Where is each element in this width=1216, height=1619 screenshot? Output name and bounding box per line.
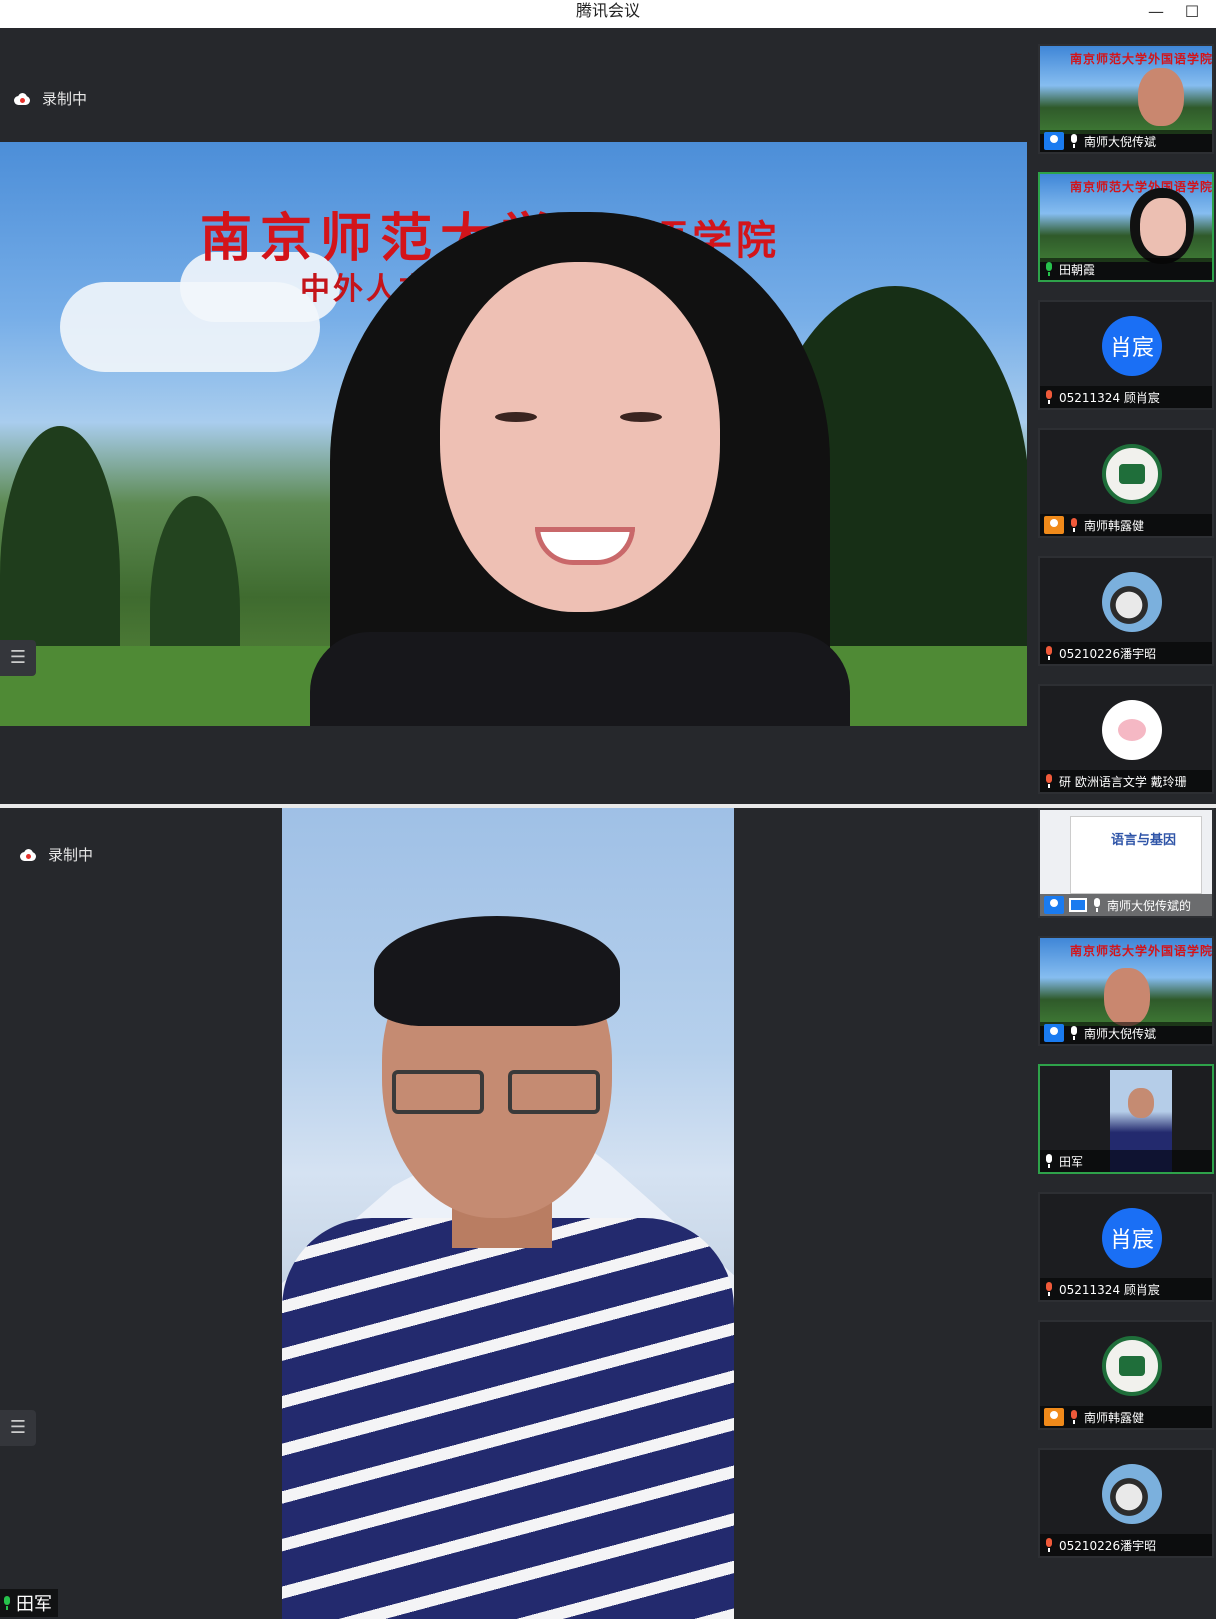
host-icon — [1044, 896, 1064, 914]
meeting-view-top: 录制中 南京师范大学 外国语学院 中外人文纪 ☰ 南京师范大学外国语学院 南师大… — [0, 28, 1216, 804]
speaker-name: 田军 — [16, 1594, 52, 1615]
mic-speaking-icon — [1044, 262, 1054, 276]
participant-tile[interactable]: 南师韩露健 — [1038, 428, 1214, 538]
participant-strip-top: 南京师范大学外国语学院 南师大倪传斌 南京师范大学外国语学院 田朝霞 肖宸 05… — [1026, 44, 1216, 804]
participant-name: 05211324 顾肖宸 — [1059, 390, 1160, 405]
recording-indicator: 录制中 — [18, 844, 93, 865]
window-title: 腾讯会议 — [575, 1, 640, 20]
mic-icon — [1092, 898, 1102, 912]
minimize-button[interactable]: — — [1144, 2, 1168, 22]
pig-avatar — [1102, 700, 1162, 760]
mic-icon — [1044, 1154, 1054, 1168]
participant-tile[interactable]: 南师韩露健 — [1038, 1320, 1214, 1430]
host-icon — [1044, 132, 1064, 150]
list-toggle-button[interactable]: ☰ — [0, 640, 36, 676]
title-bar: 腾讯会议 — ☐ — [0, 0, 1216, 26]
avatar: 肖宸 — [1102, 316, 1162, 376]
mic-icon — [1069, 134, 1079, 148]
participant-name: 南师大倪传斌 — [1084, 134, 1157, 149]
mic-muted-icon — [1044, 1282, 1054, 1296]
participant-tile[interactable]: 南京师范大学外国语学院 南师大倪传斌 — [1038, 44, 1214, 154]
participant-name: 05211324 顾肖宸 — [1059, 1282, 1160, 1297]
recording-indicator: 录制中 — [12, 88, 87, 109]
participant-strip-bottom: 语言与基因 南师大倪传斌的 南京师范大学外国语学院 南师大倪传斌 田军 肖宸 0… — [1026, 808, 1216, 1619]
meeting-view-bottom: 录制中 ☰ 田军 语言与基因 南师大倪传斌的 南京师范大学外国语学院 南师大倪传… — [0, 808, 1216, 1619]
cloud-record-icon — [12, 92, 32, 105]
university-logo-avatar — [1102, 1336, 1162, 1396]
speaker-name-tag: 田军 — [0, 1589, 58, 1617]
participant-tile[interactable]: 田军 — [1038, 1064, 1214, 1174]
participant-name: 南师大倪传斌 — [1084, 1026, 1157, 1041]
participant-name: 05210226潘宇昭 — [1059, 646, 1157, 661]
participant-tile[interactable]: 05210226潘宇昭 — [1038, 556, 1214, 666]
mic-muted-icon — [1069, 1410, 1079, 1424]
mic-speaking-icon — [2, 1596, 12, 1610]
host-icon — [1044, 1408, 1064, 1426]
list-toggle-button[interactable]: ☰ — [0, 1410, 36, 1446]
cloud-record-icon — [18, 848, 38, 861]
university-logo-avatar — [1102, 444, 1162, 504]
mic-muted-icon — [1044, 774, 1054, 788]
recording-label: 录制中 — [42, 90, 88, 108]
participant-name: 南师大倪传斌的 — [1107, 898, 1192, 913]
host-icon — [1044, 1024, 1064, 1042]
photo-avatar — [1102, 572, 1162, 632]
speaker-woman — [310, 212, 850, 726]
share-title: 语言与基因 — [1111, 833, 1177, 848]
main-video[interactable]: 南京师范大学 外国语学院 中外人文纪 — [0, 142, 1027, 726]
host-icon — [1044, 516, 1064, 534]
participant-tile[interactable]: 南京师范大学外国语学院 田朝霞 — [1038, 172, 1214, 282]
participant-tile[interactable]: 研 欧洲语言文学 戴玲珊 — [1038, 684, 1214, 794]
mic-icon — [1069, 1026, 1079, 1040]
participant-tile[interactable]: 南京师范大学外国语学院 南师大倪传斌 — [1038, 936, 1214, 1046]
participant-tile[interactable]: 肖宸 05211324 顾肖宸 — [1038, 1192, 1214, 1302]
participant-tile[interactable]: 05210226潘宇昭 — [1038, 1448, 1214, 1558]
participant-name: 研 欧洲语言文学 戴玲珊 — [1059, 774, 1187, 789]
photo-avatar — [1102, 1464, 1162, 1524]
participant-name: 田朝霞 — [1059, 262, 1096, 277]
avatar: 肖宸 — [1102, 1208, 1162, 1268]
recording-label: 录制中 — [48, 846, 94, 864]
main-video[interactable] — [282, 808, 734, 1619]
participant-tile[interactable]: 肖宸 05211324 顾肖宸 — [1038, 300, 1214, 410]
maximize-button[interactable]: ☐ — [1180, 2, 1204, 22]
participant-name: 05210226潘宇昭 — [1059, 1538, 1157, 1553]
participant-name: 南师韩露健 — [1084, 518, 1145, 533]
mic-muted-icon — [1044, 646, 1054, 660]
participant-tile[interactable]: 语言与基因 南师大倪传斌的 — [1038, 808, 1214, 918]
participant-name: 南师韩露健 — [1084, 1410, 1145, 1425]
participant-name: 田军 — [1059, 1154, 1084, 1169]
screen-share-icon — [1069, 898, 1087, 912]
mic-muted-icon — [1044, 390, 1054, 404]
mic-muted-icon — [1069, 518, 1079, 532]
mic-muted-icon — [1044, 1538, 1054, 1552]
